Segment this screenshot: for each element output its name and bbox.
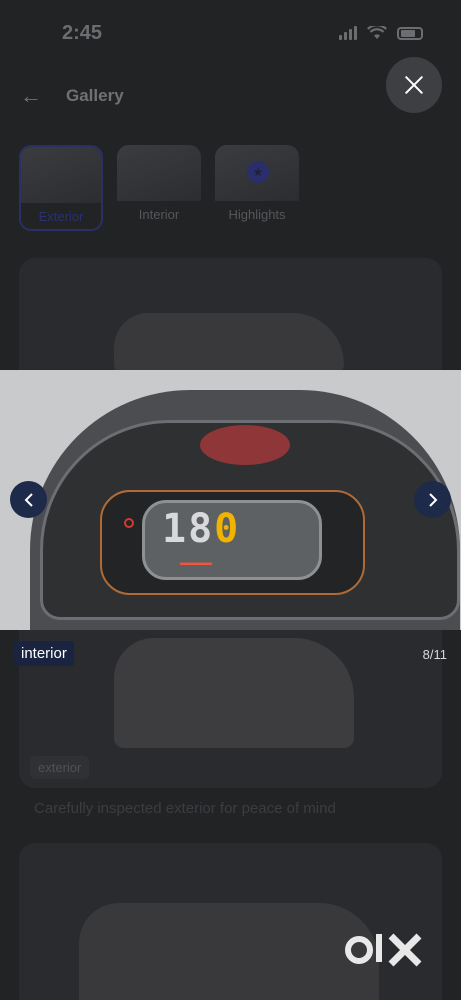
back-arrow-icon[interactable]: ← [20, 85, 42, 107]
speed-readout: 180 [162, 506, 240, 552]
warning-light-icon [124, 518, 134, 528]
tab-label: Highlights [228, 207, 286, 222]
exterior-badge: exterior [30, 756, 90, 779]
previous-image-button[interactable] [10, 481, 47, 518]
chevron-right-icon [428, 492, 437, 507]
speed-digits-dim: 18 [162, 506, 215, 552]
tab-exterior[interactable]: Exterior [19, 145, 103, 231]
status-bar: 2:45 [0, 0, 461, 60]
image-counter: 8/11 [422, 647, 447, 662]
close-icon [404, 75, 424, 95]
photo-category-label: interior [14, 641, 74, 666]
gallery-header: ← Gallery [20, 85, 124, 107]
page-title: Gallery [66, 86, 124, 105]
odometer-readout: ▬▬▬▬ [180, 558, 212, 567]
car-image [79, 903, 379, 1000]
gallery-card[interactable] [19, 843, 442, 1000]
warning-glow [200, 425, 290, 465]
gallery-tabs: Exterior Interior ★ Highlights [19, 145, 299, 231]
car-image [114, 638, 354, 748]
tab-label: Exterior [38, 209, 84, 224]
next-image-button[interactable] [414, 481, 451, 518]
tab-interior[interactable]: Interior [117, 145, 201, 231]
close-button[interactable] [386, 57, 442, 113]
signal-icon [339, 26, 357, 40]
gallery-photo[interactable]: 180 ▬▬▬▬ [0, 370, 461, 630]
card-caption: Carefully inspected exterior for peace o… [34, 800, 336, 817]
chevron-left-icon [24, 492, 33, 507]
tab-thumbnail [21, 147, 101, 203]
battery-icon [397, 26, 423, 40]
status-time: 2:45 [62, 22, 103, 44]
wifi-icon [367, 26, 387, 39]
tab-thumbnail [117, 145, 201, 201]
tab-label: Interior [138, 207, 180, 222]
olx-logo [345, 933, 422, 967]
speed-digit-lit: 0 [214, 506, 241, 552]
tab-highlights[interactable]: ★ Highlights [215, 145, 299, 231]
car-image [114, 313, 344, 373]
star-icon: ★ [247, 161, 269, 183]
status-icons [339, 26, 423, 40]
instrument-cluster: 180 ▬▬▬▬ [100, 490, 365, 595]
